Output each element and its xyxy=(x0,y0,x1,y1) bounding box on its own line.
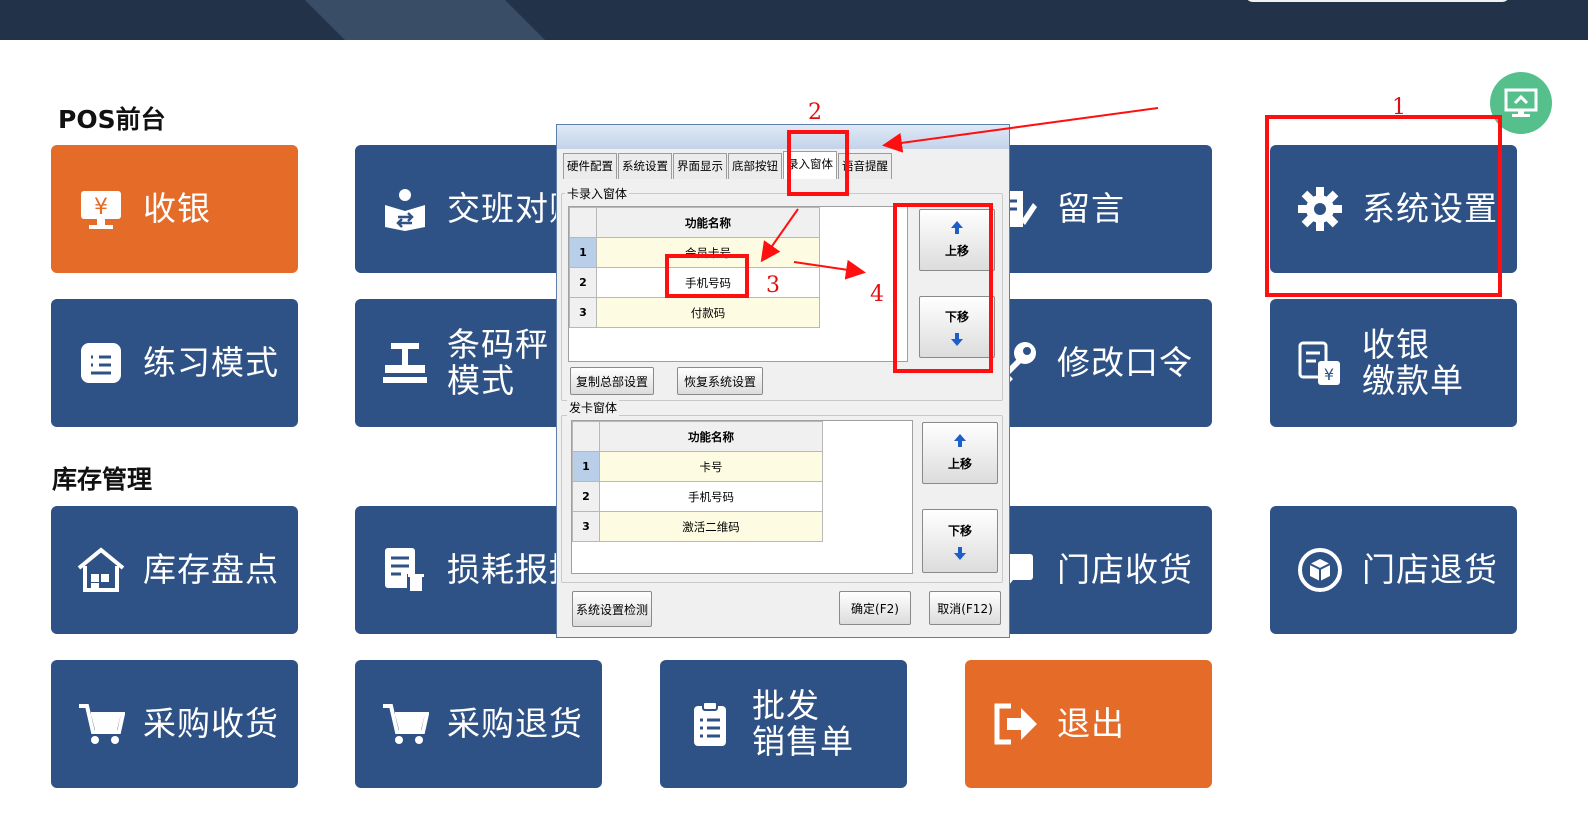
arrow-to-tab xyxy=(882,107,1159,153)
arrow-to-move-buttons xyxy=(793,259,866,280)
annotation-arrows xyxy=(760,107,1159,280)
arrow-to-row xyxy=(760,208,799,263)
